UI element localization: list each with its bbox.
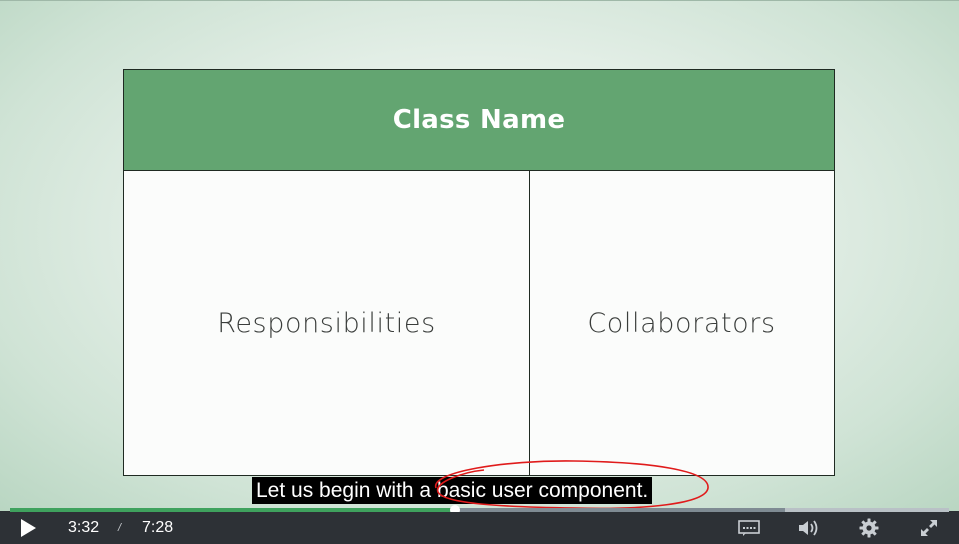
captions-icon [738, 520, 760, 536]
collaborators-column: Collaborators [530, 171, 833, 475]
collaborators-label: Collaborators [587, 307, 776, 339]
responsibilities-label: Responsibilities [217, 307, 436, 339]
volume-icon [799, 520, 818, 536]
duration: 7:28 [142, 519, 174, 536]
time-separator: / [118, 522, 122, 534]
captions-button[interactable] [735, 512, 763, 544]
settings-button[interactable] [855, 512, 883, 544]
video-frame[interactable]: Class Name Responsibilities Collaborator… [0, 0, 959, 511]
crc-card: Class Name Responsibilities Collaborator… [123, 69, 835, 476]
gear-icon [859, 518, 879, 538]
subtitle-caption: Let us begin with a basic user component… [252, 477, 653, 504]
play-button[interactable] [14, 512, 42, 544]
volume-button[interactable] [795, 512, 823, 544]
fullscreen-icon [921, 520, 937, 536]
responsibilities-column: Responsibilities [124, 171, 530, 475]
play-icon [21, 519, 36, 537]
crc-header: Class Name [124, 70, 834, 171]
class-name-title: Class Name [392, 105, 566, 135]
fullscreen-button[interactable] [915, 512, 943, 544]
current-time: 3:32 [68, 519, 100, 536]
player-control-bar: 3:32 / 7:28 [0, 512, 959, 544]
